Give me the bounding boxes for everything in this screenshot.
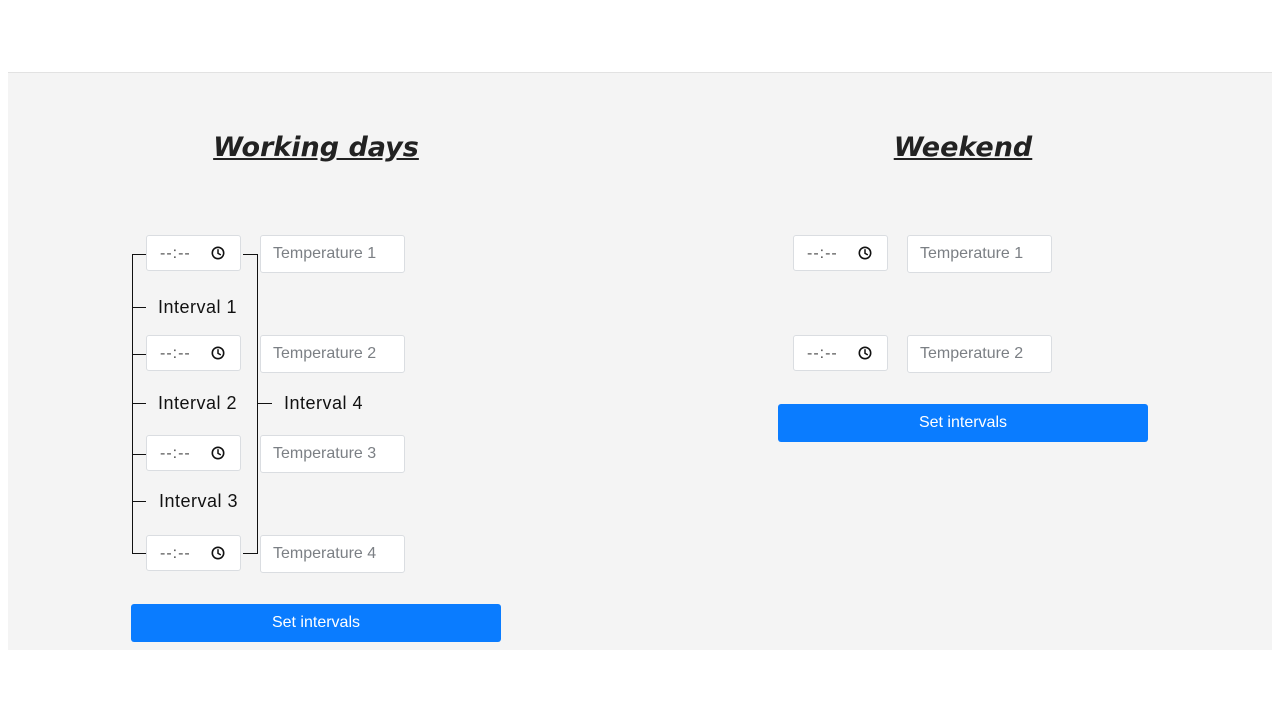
clock-icon[interactable] [211, 446, 225, 460]
time-input-2[interactable]: --:-- [146, 335, 241, 371]
interval-4-tick [258, 403, 272, 404]
temperature-1-input[interactable] [260, 235, 405, 273]
interval-1-tick [132, 307, 146, 308]
clock-icon[interactable] [211, 246, 225, 260]
clock-icon[interactable] [858, 346, 872, 360]
clock-icon[interactable] [211, 546, 225, 560]
working-days-set-intervals-button[interactable]: Set intervals [131, 604, 501, 642]
interval-3-tick [132, 501, 146, 502]
weekend-set-intervals-button[interactable]: Set intervals [778, 404, 1148, 442]
interval-4-label: Interval 4 [284, 393, 364, 413]
interval-tick [132, 354, 146, 355]
temperature-4-input[interactable] [260, 535, 405, 573]
weekend-title: Weekend [893, 132, 1033, 163]
time-input-3[interactable]: --:-- [146, 435, 241, 471]
time-value: --:-- [160, 545, 191, 562]
weekend-temperature-1-input[interactable] [907, 235, 1052, 273]
time-value: --:-- [807, 345, 838, 362]
clock-icon[interactable] [858, 246, 872, 260]
interval-tick [132, 454, 146, 455]
right-bracket [243, 254, 258, 554]
interval-1-label: Interval 1 [158, 297, 238, 317]
weekend-temperature-2-input[interactable] [907, 335, 1052, 373]
temperature-3-input[interactable] [260, 435, 405, 473]
weekend-time-input-2[interactable]: --:-- [793, 335, 888, 371]
working-days-title: Working days [213, 132, 419, 163]
time-value: --:-- [160, 345, 191, 362]
time-input-1[interactable]: --:-- [146, 235, 241, 271]
interval-3-label: Interval 3 [159, 491, 239, 511]
time-value: --:-- [807, 245, 838, 262]
time-value: --:-- [160, 245, 191, 262]
interval-2-label: Interval 2 [158, 393, 238, 413]
left-bracket [132, 254, 147, 554]
weekend-time-input-1[interactable]: --:-- [793, 235, 888, 271]
clock-icon[interactable] [211, 346, 225, 360]
interval-2-tick [132, 403, 146, 404]
time-input-4[interactable]: --:-- [146, 535, 241, 571]
temperature-2-input[interactable] [260, 335, 405, 373]
time-value: --:-- [160, 445, 191, 462]
